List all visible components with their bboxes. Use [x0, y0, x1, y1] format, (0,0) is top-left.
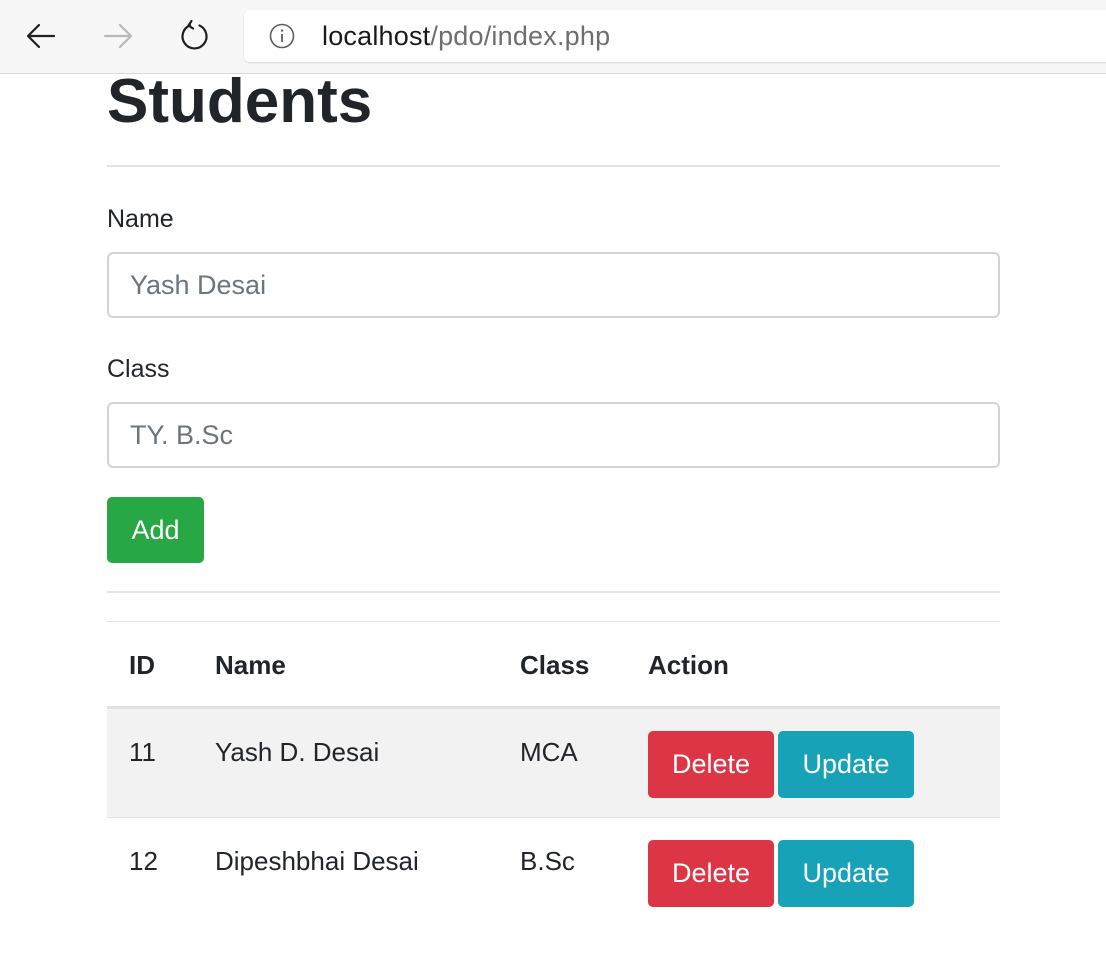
- cell-id: 11: [107, 707, 215, 818]
- table-header-row: ID Name Class Action: [107, 621, 1000, 709]
- browser-toolbar: localhost/pdo/index.php: [0, 0, 1106, 74]
- table-row: 11 Yash D. Desai MCA Delete Update: [107, 707, 1000, 818]
- header-name: Name: [215, 621, 520, 709]
- arrow-left-icon: [26, 23, 56, 49]
- class-input[interactable]: [107, 402, 1000, 468]
- cell-action: Delete Update: [648, 817, 1000, 928]
- class-label: Class: [107, 355, 170, 383]
- reload-icon: [181, 19, 208, 50]
- update-button[interactable]: Update: [778, 731, 914, 798]
- form-divider: [107, 591, 1000, 593]
- cell-action: Delete Update: [648, 707, 1000, 818]
- add-button[interactable]: Add: [107, 497, 204, 563]
- forward-button[interactable]: [93, 10, 143, 62]
- info-icon[interactable]: [268, 22, 296, 50]
- header-id: ID: [107, 621, 215, 709]
- delete-button[interactable]: Delete: [648, 840, 774, 907]
- address-bar[interactable]: localhost/pdo/index.php: [244, 10, 1106, 62]
- delete-button[interactable]: Delete: [648, 731, 774, 798]
- cell-class: B.Sc: [520, 817, 648, 928]
- cell-name: Dipeshbhai Desai: [215, 817, 520, 928]
- name-label: Name: [107, 205, 174, 233]
- cell-id: 12: [107, 817, 215, 928]
- name-input[interactable]: [107, 252, 1000, 318]
- title-divider: [107, 165, 1000, 167]
- url-host: localhost: [322, 20, 431, 51]
- url-text[interactable]: localhost/pdo/index.php: [322, 21, 610, 52]
- table-row: 12 Dipeshbhai Desai B.Sc Delete Update: [107, 817, 1000, 928]
- page-title: Students: [107, 67, 373, 136]
- cell-name: Yash D. Desai: [215, 707, 520, 818]
- cell-class: MCA: [520, 707, 648, 818]
- url-path: /pdo/index.php: [430, 20, 611, 51]
- students-table: ID Name Class Action 11 Yash D. Desai MC…: [107, 621, 1000, 928]
- arrow-right-icon: [103, 23, 133, 49]
- header-class: Class: [520, 621, 648, 709]
- update-button[interactable]: Update: [778, 840, 914, 907]
- header-action: Action: [648, 621, 1000, 709]
- back-button[interactable]: [16, 10, 66, 62]
- reload-button[interactable]: [170, 10, 220, 62]
